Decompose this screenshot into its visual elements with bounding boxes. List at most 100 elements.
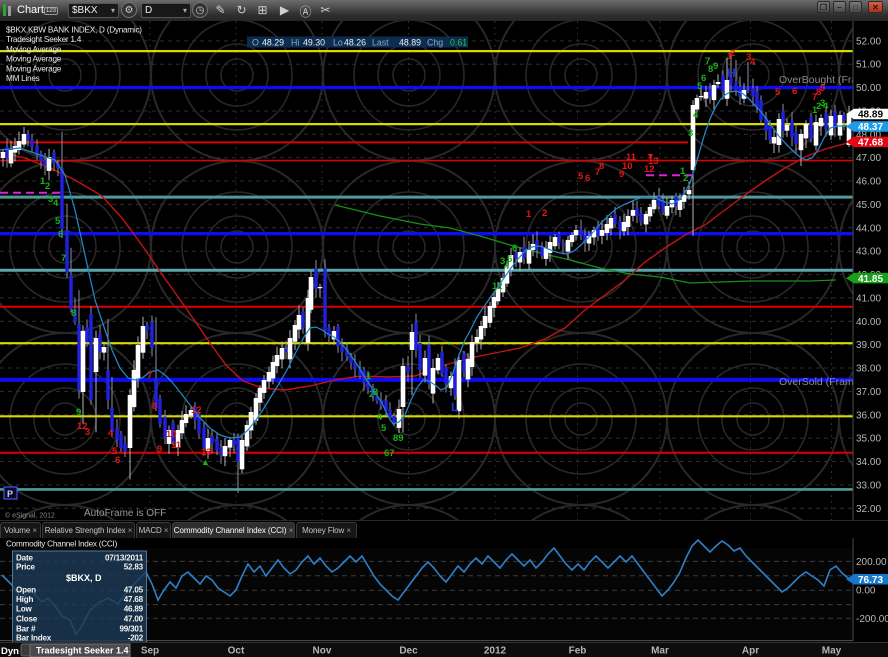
svg-text:34.00: 34.00 bbox=[856, 457, 881, 468]
svg-text:4: 4 bbox=[53, 198, 59, 209]
svg-text:3: 3 bbox=[688, 128, 693, 139]
svg-text:52.00: 52.00 bbox=[856, 36, 881, 47]
svg-text:8: 8 bbox=[599, 161, 604, 172]
svg-text:Price: Price bbox=[16, 563, 35, 572]
svg-text:Close: Close bbox=[16, 615, 38, 624]
svg-text:Bar Index: Bar Index bbox=[16, 634, 52, 643]
svg-text:5: 5 bbox=[507, 254, 513, 265]
svg-text:2012: 2012 bbox=[484, 646, 507, 657]
svg-text:7: 7 bbox=[147, 370, 152, 381]
svg-text:6: 6 bbox=[58, 229, 63, 240]
svg-text:7: 7 bbox=[61, 253, 66, 264]
svg-text:O: O bbox=[252, 37, 259, 47]
svg-text:Last: Last bbox=[372, 37, 389, 47]
svg-text:4: 4 bbox=[377, 412, 383, 423]
svg-text:Nov: Nov bbox=[313, 646, 332, 657]
svg-text:43.00: 43.00 bbox=[856, 247, 881, 258]
svg-text:Feb: Feb bbox=[569, 646, 587, 657]
svg-text:1: 1 bbox=[366, 371, 372, 382]
svg-text:6: 6 bbox=[512, 243, 517, 254]
svg-text:49.30: 49.30 bbox=[303, 37, 325, 47]
svg-text:47.00: 47.00 bbox=[856, 153, 881, 164]
svg-text:Lo: Lo bbox=[333, 37, 343, 47]
svg-text:Sep: Sep bbox=[141, 646, 159, 657]
svg-text:Tradesight Seeker 1.4: Tradesight Seeker 1.4 bbox=[36, 646, 129, 656]
svg-text:9: 9 bbox=[713, 61, 718, 72]
svg-text:Tradesight Seeker 1.4: Tradesight Seeker 1.4 bbox=[6, 35, 82, 44]
svg-text:OverSold (Frame): OverSold (Frame) bbox=[779, 376, 863, 388]
svg-text:4: 4 bbox=[693, 110, 699, 121]
svg-text:38.00: 38.00 bbox=[856, 364, 881, 375]
svg-text:6: 6 bbox=[701, 73, 706, 84]
svg-text:Date: Date bbox=[16, 554, 33, 563]
svg-text:1: 1 bbox=[526, 209, 532, 220]
svg-text:35.00: 35.00 bbox=[856, 434, 881, 445]
svg-text:52.83: 52.83 bbox=[124, 563, 144, 572]
svg-text:12: 12 bbox=[492, 281, 503, 292]
svg-text:47.00: 47.00 bbox=[124, 615, 144, 624]
svg-text:-200.00: -200.00 bbox=[856, 614, 888, 625]
svg-text:Bar #: Bar # bbox=[16, 625, 36, 634]
svg-text:2: 2 bbox=[730, 48, 735, 59]
svg-text:11: 11 bbox=[626, 152, 637, 163]
svg-text:Mar: Mar bbox=[651, 646, 669, 657]
svg-text:2: 2 bbox=[542, 208, 547, 219]
svg-text:44.00: 44.00 bbox=[856, 223, 881, 234]
svg-text:5: 5 bbox=[381, 423, 387, 434]
svg-text:4: 4 bbox=[823, 101, 829, 112]
svg-text:5: 5 bbox=[578, 171, 584, 182]
svg-text:Dyn: Dyn bbox=[1, 646, 19, 657]
svg-text:47.68: 47.68 bbox=[124, 595, 144, 604]
svg-text:Moving Average: Moving Average bbox=[6, 64, 62, 73]
svg-text:Oct: Oct bbox=[228, 646, 245, 657]
svg-text:48.29: 48.29 bbox=[262, 37, 284, 47]
svg-text:AutoFrame is OFF: AutoFrame is OFF bbox=[84, 508, 166, 519]
svg-text:39.00: 39.00 bbox=[856, 340, 881, 351]
svg-text:47.05: 47.05 bbox=[124, 586, 144, 595]
svg-text:46.00: 46.00 bbox=[856, 177, 881, 188]
svg-text:Commodity Channel Index (CCI): Commodity Channel Index (CCI) bbox=[6, 540, 118, 549]
svg-text:High: High bbox=[16, 595, 33, 604]
svg-text:8: 8 bbox=[152, 401, 157, 412]
svg-text:-202: -202 bbox=[128, 634, 144, 643]
svg-text:89: 89 bbox=[393, 433, 404, 444]
svg-text:0.61: 0.61 bbox=[450, 37, 467, 47]
svg-text:10: 10 bbox=[166, 429, 177, 440]
svg-text:4: 4 bbox=[750, 57, 756, 68]
svg-text:Moving Average: Moving Average bbox=[6, 55, 62, 64]
svg-text:41.85: 41.85 bbox=[858, 274, 883, 285]
svg-text:45.00: 45.00 bbox=[856, 200, 881, 211]
svg-text:99/301: 99/301 bbox=[119, 625, 143, 634]
svg-text:6: 6 bbox=[792, 86, 797, 97]
svg-text:MM Lines: MM Lines bbox=[6, 74, 40, 83]
svg-text:47.68: 47.68 bbox=[858, 137, 883, 148]
svg-text:L: L bbox=[451, 400, 458, 414]
svg-text:41.00: 41.00 bbox=[856, 293, 881, 304]
svg-text:0.00: 0.00 bbox=[856, 586, 876, 597]
svg-text:Hi: Hi bbox=[291, 37, 299, 47]
svg-text:8: 8 bbox=[71, 308, 76, 319]
svg-text:4: 4 bbox=[108, 428, 114, 439]
svg-text:▼: ▼ bbox=[646, 151, 655, 161]
svg-text:H: H bbox=[727, 66, 736, 80]
svg-text:67: 67 bbox=[384, 448, 395, 459]
svg-text:48.89: 48.89 bbox=[858, 110, 883, 121]
svg-text:$BKX,KBW BANK INDEX, D (Dynami: $BKX,KBW BANK INDEX, D (Dynamic) bbox=[6, 26, 142, 35]
svg-text:37.00: 37.00 bbox=[856, 387, 881, 398]
svg-text:Dec: Dec bbox=[399, 646, 418, 657]
svg-text:200.00: 200.00 bbox=[856, 557, 887, 568]
svg-text:48.89: 48.89 bbox=[399, 37, 421, 47]
svg-text:Apr: Apr bbox=[742, 646, 759, 657]
svg-text:76.73: 76.73 bbox=[858, 575, 883, 586]
svg-text:36.00: 36.00 bbox=[856, 410, 881, 421]
svg-text:6: 6 bbox=[585, 173, 590, 184]
svg-text:3: 3 bbox=[373, 387, 378, 398]
svg-text:3: 3 bbox=[85, 427, 90, 438]
svg-text:$BKX, D: $BKX, D bbox=[66, 573, 102, 583]
svg-text:© eSignal, 2012: © eSignal, 2012 bbox=[5, 512, 55, 520]
svg-text:07/13/2011: 07/13/2011 bbox=[105, 554, 144, 563]
svg-text:46.89: 46.89 bbox=[124, 605, 144, 614]
svg-text:50.00: 50.00 bbox=[856, 83, 881, 94]
svg-text:32.00: 32.00 bbox=[856, 504, 881, 515]
svg-text:Open: Open bbox=[16, 586, 36, 595]
